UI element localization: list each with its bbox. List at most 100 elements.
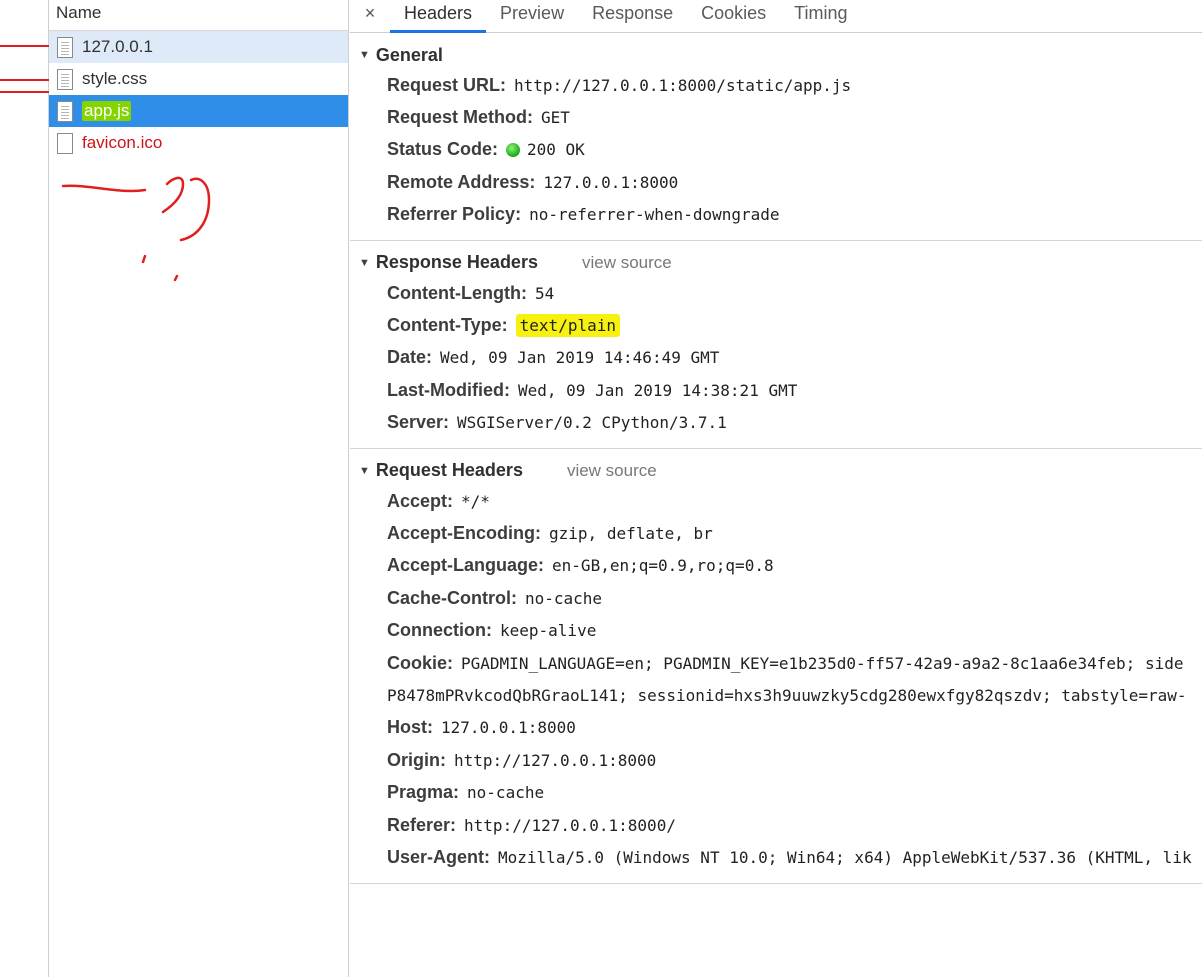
request-details-panel: × Headers Preview Response Cookies Timin… (350, 0, 1202, 977)
tab-timing[interactable]: Timing (780, 0, 861, 32)
header-value: no-referrer-when-downgrade (529, 205, 780, 225)
header-row: Connection: keep-alive (350, 614, 1202, 646)
header-value: keep-alive (500, 621, 597, 641)
name-column-header[interactable]: Name (49, 0, 348, 31)
header-value: http://127.0.0.1:8000/static/app.js (514, 75, 852, 95)
header-key: Remote Address: (387, 171, 536, 192)
header-row-continuation: P8478mPRvkcodQbRGraoL141; sessionid=hxs3… (350, 679, 1202, 711)
request-row-127[interactable]: 127.0.0.1 (49, 31, 348, 63)
close-icon[interactable]: × (350, 0, 390, 32)
header-row: Server: WSGIServer/0.2 CPython/3.7.1 (350, 407, 1202, 439)
header-value: gzip, deflate, br (549, 523, 713, 543)
general-section-header[interactable]: ▼ General (350, 41, 1202, 69)
request-headers-section-header[interactable]: ▼ Request Headers view source (350, 457, 1202, 485)
tab-preview[interactable]: Preview (486, 0, 578, 32)
header-value: PGADMIN_LANGUAGE=en; PGADMIN_KEY=e1b235d… (461, 653, 1184, 673)
header-key: User-Agent: (387, 846, 491, 867)
header-value: 127.0.0.1:8000 (441, 718, 576, 738)
header-key: Request Method: (387, 107, 533, 128)
header-key: Accept-Encoding: (387, 522, 542, 543)
header-value: http://127.0.0.1:8000/ (464, 815, 676, 835)
request-row-style-css[interactable]: style.css (49, 63, 348, 95)
section-title: General (375, 44, 443, 65)
section-title: Response Headers (375, 252, 538, 273)
header-row: Content-Length: 54 (350, 277, 1202, 309)
status-ok-icon (506, 142, 521, 157)
header-row: Referrer Policy: no-referrer-when-downgr… (350, 199, 1202, 231)
header-row: Accept-Language: en-GB,en;q=0.9,ro;q=0.8 (350, 550, 1202, 582)
header-value: */* (461, 491, 490, 511)
header-key: Referer: (387, 814, 457, 835)
document-icon (57, 36, 73, 58)
header-row: Accept: */* (350, 485, 1202, 517)
header-row: Cookie: PGADMIN_LANGUAGE=en; PGADMIN_KEY… (350, 647, 1202, 679)
header-value: http://127.0.0.1:8000 (454, 750, 657, 770)
tab-cookies[interactable]: Cookies (687, 0, 780, 32)
document-icon (57, 132, 73, 154)
general-section: ▼ General Request URL: http://127.0.0.1:… (350, 33, 1202, 241)
header-row: Request Method: GET (350, 101, 1202, 133)
header-key: Origin: (387, 749, 446, 770)
response-headers-section-header[interactable]: ▼ Response Headers view source (350, 249, 1202, 277)
header-key: Status Code: (387, 139, 499, 160)
header-key: Accept-Language: (387, 555, 545, 576)
header-key: Connection: (387, 620, 492, 641)
header-key: Pragma: (387, 782, 460, 803)
request-label: app.js (82, 101, 132, 121)
annotation-line (0, 91, 49, 93)
request-label: favicon.ico (82, 133, 163, 152)
header-row: Status Code: 200 OK (350, 134, 1202, 166)
left-gutter (0, 0, 49, 977)
collapse-triangle-icon: ▼ (359, 464, 370, 477)
view-source-link[interactable]: view source (582, 253, 672, 273)
header-value: text/plain (515, 314, 620, 338)
header-row: Remote Address: 127.0.0.1:8000 (350, 166, 1202, 198)
header-value: no-cache (467, 783, 545, 803)
header-value: Wed, 09 Jan 2019 14:38:21 GMT (518, 380, 798, 400)
header-key: Server: (387, 412, 450, 433)
request-label: style.css (82, 69, 148, 88)
header-row: Date: Wed, 09 Jan 2019 14:46:49 GMT (350, 342, 1202, 374)
header-value: no-cache (525, 588, 603, 608)
header-row: Pragma: no-cache (350, 776, 1202, 808)
request-row-favicon[interactable]: favicon.ico (49, 127, 348, 159)
header-value: WSGIServer/0.2 CPython/3.7.1 (457, 413, 727, 433)
section-title: Request Headers (375, 460, 523, 481)
request-row-app-js[interactable]: app.js (49, 95, 348, 127)
header-row: Referer: http://127.0.0.1:8000/ (350, 809, 1202, 841)
header-value: 200 OK (527, 140, 585, 160)
header-key: Host: (387, 717, 433, 738)
header-row: Request URL: http://127.0.0.1:8000/stati… (350, 69, 1202, 101)
annotation-line (0, 79, 49, 81)
header-key: Cache-Control: (387, 587, 517, 608)
header-value: 54 (534, 283, 555, 303)
tab-response[interactable]: Response (578, 0, 687, 32)
document-icon (57, 68, 73, 90)
request-headers-section: ▼ Request Headers view source Accept: */… (350, 449, 1202, 884)
collapse-triangle-icon: ▼ (359, 256, 370, 269)
header-key: Date: (387, 347, 433, 368)
request-list: Name 127.0.0.1 style.css app.js favicon.… (49, 0, 349, 977)
header-value: GET (541, 108, 570, 128)
header-key: Last-Modified: (387, 379, 510, 400)
annotation-line (0, 45, 49, 47)
header-row: Origin: http://127.0.0.1:8000 (350, 744, 1202, 776)
header-key: Content-Type: (387, 315, 508, 336)
header-row: Content-Type: text/plain (350, 309, 1202, 341)
header-value: Mozilla/5.0 (Windows NT 10.0; Win64; x64… (498, 847, 1192, 867)
response-headers-section: ▼ Response Headers view source Content-L… (350, 241, 1202, 449)
header-key: Accept: (387, 490, 454, 511)
header-row: Host: 127.0.0.1:8000 (350, 712, 1202, 744)
header-value: en-GB,en;q=0.9,ro;q=0.8 (552, 556, 774, 576)
header-row: User-Agent: Mozilla/5.0 (Windows NT 10.0… (350, 841, 1202, 873)
document-icon (57, 100, 73, 122)
header-key: Request URL: (387, 74, 507, 95)
header-value: Wed, 09 Jan 2019 14:46:49 GMT (440, 348, 720, 368)
header-value: 127.0.0.1:8000 (543, 172, 679, 192)
header-row: Accept-Encoding: gzip, deflate, br (350, 517, 1202, 549)
header-key: Referrer Policy: (387, 204, 522, 225)
header-key: Cookie: (387, 652, 454, 673)
tab-headers[interactable]: Headers (390, 0, 487, 33)
view-source-link[interactable]: view source (567, 461, 657, 481)
header-key: Content-Length: (387, 282, 527, 303)
